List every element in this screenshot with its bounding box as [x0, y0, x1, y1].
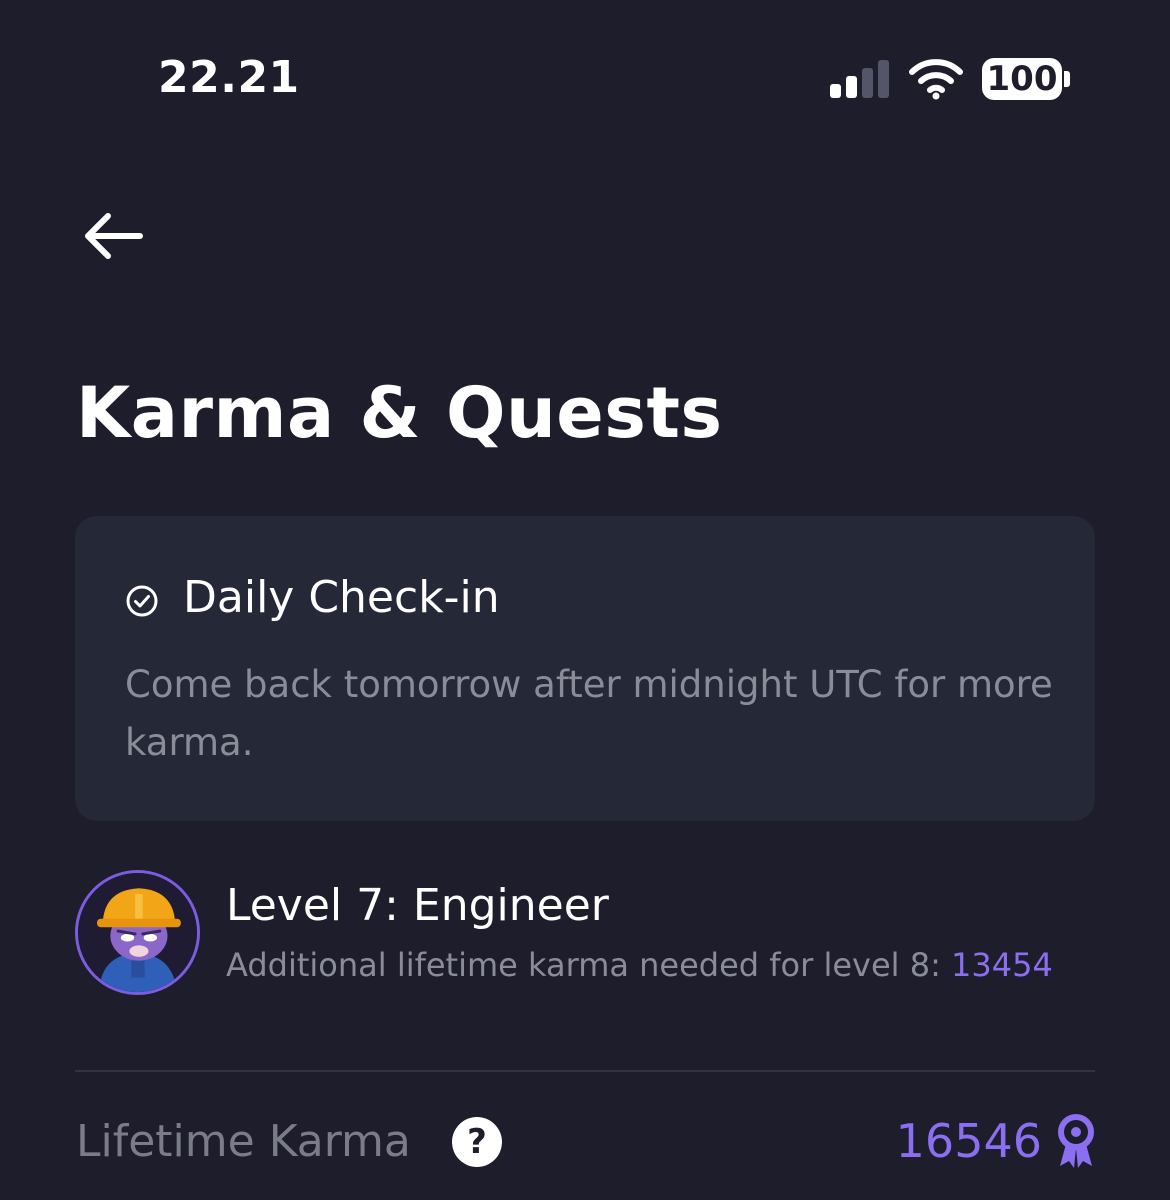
page-title: Karma & Quests	[76, 372, 723, 454]
battery-tip	[1064, 71, 1070, 87]
wifi-icon	[909, 59, 963, 100]
question-icon[interactable]: ?	[452, 1117, 502, 1167]
award-ribbon-icon	[1058, 1114, 1094, 1168]
back-arrow-icon[interactable]	[78, 206, 148, 266]
check-circle-icon	[126, 585, 158, 617]
lifetime-karma-value: 16546	[895, 1114, 1042, 1168]
divider	[75, 1070, 1095, 1072]
daily-checkin-card: Daily Check-in Come back tomorrow after …	[75, 516, 1095, 821]
engineer-mascot-icon	[78, 873, 197, 992]
checkin-title: Daily Check-in	[183, 572, 500, 623]
level-avatar	[75, 870, 200, 995]
level-title: Level 7: Engineer	[226, 880, 609, 931]
status-time: 22.21	[158, 52, 300, 103]
cellular-signal-icon	[830, 60, 892, 98]
level-subtitle: Additional lifetime karma needed for lev…	[226, 946, 1053, 984]
karma-needed-value: 13454	[951, 946, 1053, 984]
level-subtitle-text: Additional lifetime karma needed for lev…	[226, 946, 952, 984]
status-bar: 22.21 100	[0, 0, 1170, 160]
checkin-description: Come back tomorrow after midnight UTC fo…	[125, 663, 1053, 764]
lifetime-karma-label: Lifetime Karma	[76, 1116, 411, 1167]
battery-indicator: 100	[982, 58, 1062, 100]
